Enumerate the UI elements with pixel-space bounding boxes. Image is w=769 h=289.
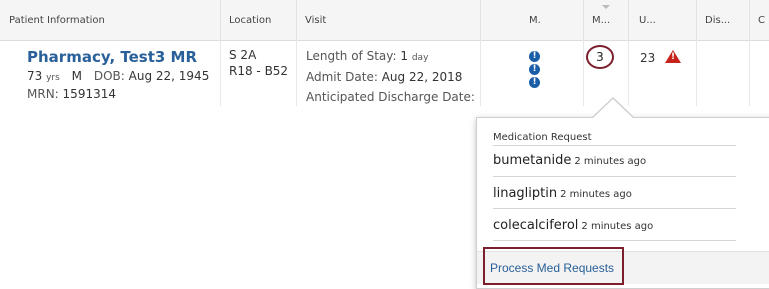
length-of-stay: Length of Stay: 1 day	[306, 49, 428, 63]
info-icon[interactable]: !	[529, 77, 540, 88]
med-name: bumetanide	[493, 153, 572, 168]
column-header-m2[interactable]: M...	[584, 0, 629, 40]
column-header-label: Location	[229, 14, 272, 26]
mrn-label: MRN:	[27, 87, 59, 101]
divider	[493, 208, 736, 209]
info-icon[interactable]: !	[529, 64, 540, 75]
column-header-visit[interactable]: Visit	[297, 0, 481, 40]
divider	[493, 145, 736, 146]
column-header-label: M...	[592, 14, 611, 26]
patient-sex: M	[71, 69, 83, 83]
popover-title: Medication Request	[493, 132, 592, 143]
patient-dob: Aug 22, 1945	[128, 69, 210, 83]
patient-demographics: 73 yrs M DOB: Aug 22, 1945	[27, 69, 209, 83]
med-request-count-badge[interactable]: 3	[586, 45, 614, 69]
los-value: 1	[400, 49, 409, 63]
column-header-label: Dis...	[705, 14, 731, 26]
admit-date: Admit Date: Aug 22, 2018	[306, 70, 462, 84]
column-header-dis[interactable]: Dis...	[697, 0, 750, 40]
info-icon[interactable]: !	[529, 51, 540, 62]
warning-icon-mark: !	[671, 52, 676, 62]
divider	[493, 240, 736, 241]
column-header-label: Visit	[305, 14, 327, 26]
admit-label: Admit Date:	[306, 70, 378, 84]
med-request-item[interactable]: bumetanide 2 minutes ago	[493, 153, 646, 168]
column-header-m1[interactable]: M.	[481, 0, 584, 40]
column-header-label: M.	[529, 14, 541, 26]
location-unit: S 2A	[229, 48, 257, 62]
dob-label: DOB:	[93, 69, 125, 83]
u-count[interactable]: 23	[640, 51, 655, 65]
column-header-location[interactable]: Location	[221, 0, 297, 40]
popover-caret-fill	[593, 99, 633, 118]
med-name: colecalciferol	[493, 218, 579, 233]
med-request-time: 2 minutes ago	[574, 156, 647, 167]
patient-name-link[interactable]: Pharmacy, Test3 MR	[27, 48, 197, 66]
divider	[493, 176, 736, 177]
u-cell	[629, 40, 697, 106]
column-header-u[interactable]: U...	[629, 0, 697, 40]
med-request-time: 2 minutes ago	[560, 189, 632, 200]
dis-cell	[697, 40, 750, 106]
med-request-item[interactable]: linagliptin 2 minutes ago	[493, 186, 632, 201]
column-header-label: C	[758, 14, 765, 26]
med-request-item[interactable]: colecalciferol 2 minutes ago	[493, 218, 653, 233]
column-header-label: U...	[639, 14, 656, 26]
location-room: R18 - B52	[229, 64, 289, 78]
sort-descending-icon	[602, 5, 610, 9]
med-request-time: 2 minutes ago	[581, 221, 654, 232]
column-header-patient-information[interactable]: Patient Information	[0, 0, 221, 40]
med-name: linagliptin	[493, 186, 558, 201]
column-header-extra[interactable]: C	[750, 0, 769, 40]
admit-value: Aug 22, 2018	[381, 70, 463, 84]
mrn-value: 1591314	[62, 87, 116, 101]
los-label: Length of Stay:	[306, 49, 397, 63]
column-header-label: Patient Information	[9, 14, 105, 26]
patient-age: 73	[27, 69, 43, 83]
patient-mrn: MRN: 1591314	[27, 87, 116, 101]
anticipated-discharge-label: Anticipated Discharge Date:	[306, 90, 475, 104]
los-unit: day	[411, 53, 429, 63]
process-med-requests-button[interactable]: Process Med Requests	[483, 247, 624, 285]
patient-age-unit: yrs	[46, 73, 60, 83]
